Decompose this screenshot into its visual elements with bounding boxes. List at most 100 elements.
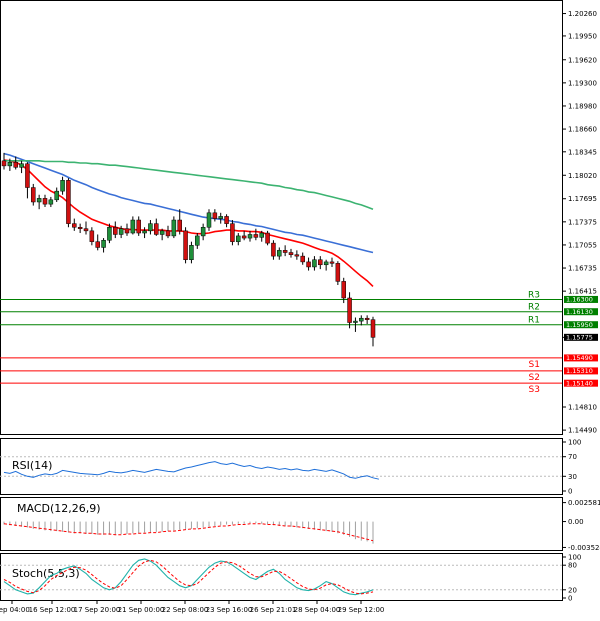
bull-candle-body — [247, 234, 253, 239]
bear-candle-body — [318, 259, 323, 266]
bear-candle-body — [224, 216, 229, 224]
bull-candle-body — [36, 198, 42, 203]
candle — [183, 227, 188, 264]
bear-candle-body — [42, 198, 48, 205]
rsi-tick-label: 100 — [568, 439, 581, 447]
bull-candle-body — [277, 250, 282, 257]
bear-candle-body — [370, 319, 376, 338]
bear-candle-body — [77, 226, 83, 229]
bull-candle-body — [60, 180, 65, 192]
bull-candle-body — [312, 259, 317, 268]
bear-candle-body — [183, 230, 188, 260]
time-tick-label: 23 Sep 16:00 — [206, 606, 253, 614]
support-level-label: S1 — [529, 360, 540, 370]
bear-candle-body — [13, 162, 18, 168]
support-price-tag-label: 1.15140 — [566, 379, 593, 387]
candle — [66, 178, 71, 228]
bear-candle-body — [165, 230, 171, 237]
price-tick-label: 1.20260 — [568, 10, 597, 18]
rsi-tick-label: 70 — [568, 453, 577, 461]
bull-candle-body — [130, 219, 136, 234]
bull-candle-body — [159, 230, 165, 235]
bear-candle-body — [25, 163, 30, 188]
candle — [335, 261, 341, 286]
bear-candle-body — [306, 261, 311, 268]
price-tick-label: 1.17055 — [568, 241, 597, 249]
time-tick-label: 21 Sep 00:00 — [118, 606, 165, 614]
bear-candle-body — [364, 317, 370, 320]
rsi-tick-label: 0 — [568, 488, 572, 496]
price-tick-label: 1.19300 — [568, 79, 597, 87]
price-tick-label: 1.19620 — [568, 56, 597, 64]
bull-candle-body — [118, 228, 124, 235]
bear-candle-body — [282, 250, 288, 253]
bear-candle-body — [113, 226, 118, 235]
bear-candle-body — [341, 281, 346, 299]
price-tick-label: 1.14490 — [568, 427, 597, 435]
price-tick-label: 1.16735 — [568, 265, 597, 273]
bull-candle-body — [101, 239, 106, 248]
bull-candle-body — [359, 317, 364, 322]
bull-candle-body — [189, 245, 194, 260]
support-price-tag-label: 1.15490 — [566, 354, 593, 362]
time-tick-label: 22 Sep 08:00 — [162, 606, 209, 614]
stoch-tick-label: 100 — [568, 554, 581, 562]
bull-candle-body — [19, 163, 24, 168]
bear-candle-body — [72, 223, 77, 228]
support-level-label: S3 — [529, 385, 540, 395]
candle — [265, 230, 270, 246]
support-price-tag-label: 1.15310 — [566, 367, 593, 375]
bear-candle-body — [177, 219, 182, 232]
bear-candle-body — [329, 261, 335, 264]
price-tick-label: 1.14810 — [568, 404, 597, 412]
price-tick-label: 1.19950 — [568, 32, 597, 40]
bear-candle-body — [136, 219, 141, 234]
price-tick-label: 1.18345 — [568, 148, 597, 156]
bear-candle-body — [347, 297, 352, 323]
resistance-level-label: R3 — [528, 290, 540, 300]
macd-title: MACD(12,26,9) — [17, 502, 101, 515]
price-tick-label: 1.18980 — [568, 102, 597, 110]
current-price-tag-label: 1.15775 — [566, 334, 593, 342]
price-tick-label: 1.16415 — [568, 288, 597, 296]
bear-candle-body — [230, 223, 235, 242]
bear-candle-body — [294, 254, 300, 257]
resistance-price-tag-label: 1.16300 — [566, 296, 593, 304]
time-tick-label: 26 Sep 21:01 — [250, 606, 297, 614]
bear-candle-body — [83, 228, 89, 232]
bear-candle-body — [95, 241, 100, 248]
bull-candle-body — [206, 212, 212, 228]
bear-candle-body — [124, 228, 130, 234]
resistance-level-label: R1 — [528, 316, 540, 326]
resistance-price-tag-label: 1.16130 — [566, 308, 593, 316]
bear-candle-body — [300, 255, 305, 263]
bull-candle-body — [353, 320, 358, 323]
bull-candle-body — [48, 199, 54, 205]
bear-candle-body — [241, 235, 247, 239]
resistance-price-tag-label: 1.15950 — [566, 321, 593, 329]
bull-candle-body — [259, 232, 264, 238]
bull-candle-body — [107, 226, 112, 241]
stoch-tick-label: 80 — [568, 562, 577, 570]
bear-candle-body — [66, 180, 71, 224]
bull-candle-body — [195, 235, 200, 246]
macd-tick-label: -0.003524 — [568, 544, 600, 552]
rsi-title: RSI(14) — [12, 459, 52, 472]
price-tick-label: 1.17375 — [568, 218, 597, 226]
resistance-level-label: R2 — [528, 303, 540, 313]
price-tick-label: 1.18020 — [568, 172, 597, 180]
bear-candle-body — [1, 160, 7, 167]
macd-tick-label: 0.00 — [568, 518, 584, 526]
bull-candle-body — [236, 235, 241, 242]
bear-candle-body — [288, 252, 294, 255]
bull-candle-body — [7, 162, 13, 167]
bear-candle-body — [253, 234, 259, 238]
bear-candle-body — [212, 212, 218, 219]
time-tick-label: 29 Sep 12:00 — [338, 606, 385, 614]
bull-candle-body — [171, 219, 177, 237]
price-chart: 1.20260 1.19950 1.19620 1.19300 1.18980 1.186… — [0, 0, 600, 621]
bull-candle-body — [200, 226, 206, 237]
rsi-tick-label: 30 — [568, 473, 577, 481]
bull-candle-body — [54, 190, 59, 201]
stoch-tick-label: 20 — [568, 586, 577, 594]
